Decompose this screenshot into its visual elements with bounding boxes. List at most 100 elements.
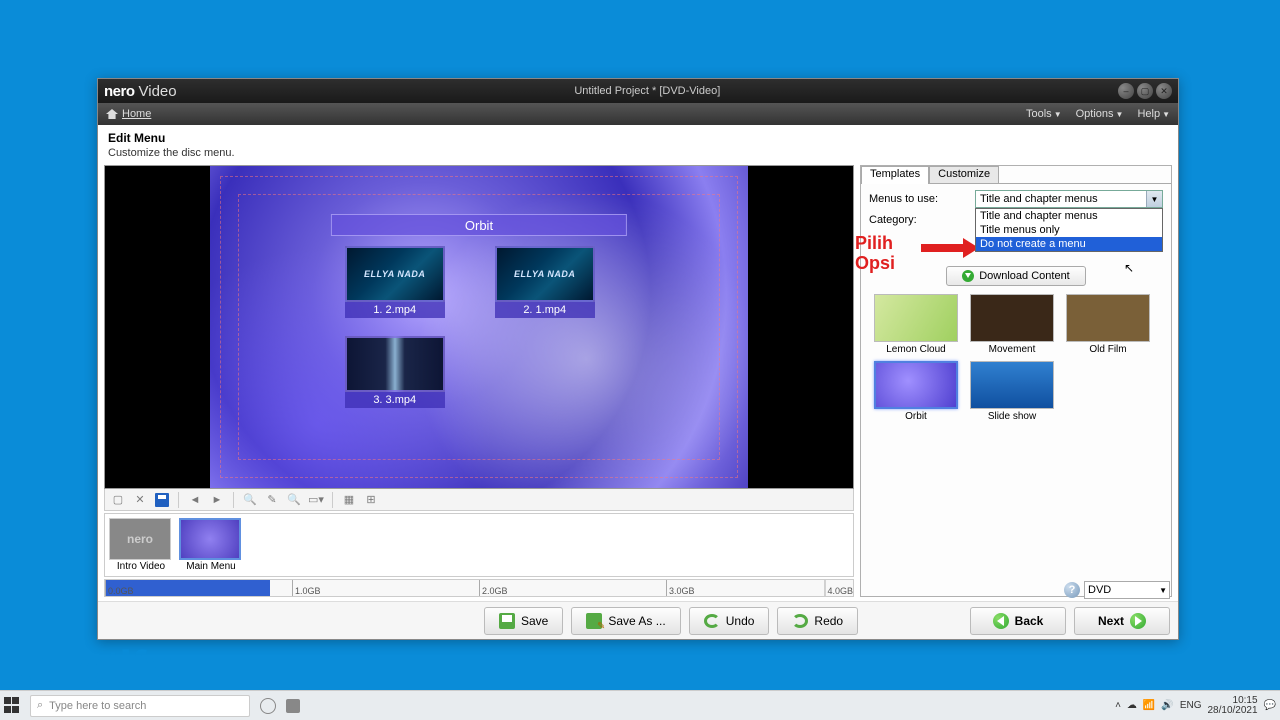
strip-label: Intro Video [109,561,173,572]
dropdown-option[interactable]: Title menus only [976,223,1162,237]
zoom-out-icon[interactable]: 🔍 [241,491,259,509]
zoom-tool-icon[interactable]: ✎ [263,491,281,509]
menus-to-use-dropdown[interactable]: Title and chapter menus ▼ Title and chap… [975,190,1163,208]
redo-icon [792,614,808,628]
video-thumbnail-icon [345,336,445,392]
page-title: Edit Menu [108,131,1168,145]
back-button[interactable]: Back [970,607,1066,635]
nero-logo-icon: nero [109,518,171,560]
tab-customize[interactable]: Customize [929,166,999,184]
next-button[interactable]: Next [1074,607,1170,635]
tray-wifi-icon[interactable]: 📶 [1143,700,1155,711]
strip-label: Main Menu [179,561,243,572]
tray-cloud-icon[interactable]: ☁ [1127,700,1137,711]
menu-options[interactable]: Options▼ [1076,108,1124,120]
capacity-bar: 0.0GB 1.0GB 2.0GB 3.0GB 4.0GB [104,579,854,597]
zoom-in-icon[interactable]: 🔍 [285,491,303,509]
save-icon [499,613,515,629]
dvd-item-label: 3. 3.mp4 [345,392,445,408]
fit-icon[interactable]: ▭▾ [307,491,325,509]
app-logo-sub: Video [139,83,177,100]
redo-button[interactable]: Redo [777,607,858,635]
prev-icon[interactable]: ◄ [186,491,204,509]
disc-type-dropdown[interactable]: DVD [1084,581,1170,599]
dropdown-option[interactable]: Title and chapter menus [976,209,1162,223]
menu-preview[interactable]: Orbit 1. 2.mp4 2. 1.mp4 3. 3.mp4 [104,165,854,489]
dvd-item-label: 1. 2.mp4 [345,302,445,318]
minimize-button[interactable]: – [1118,83,1134,99]
download-content-button[interactable]: Download Content [946,266,1086,286]
tab-templates[interactable]: Templates [861,166,929,184]
undo-button[interactable]: Undo [689,607,770,635]
tray-volume-icon[interactable]: 🔊 [1161,700,1173,711]
back-icon [993,613,1009,629]
menu-strip: nero Intro Video Main Menu [104,513,854,577]
next-icon [1130,613,1146,629]
save-button[interactable]: Save [484,607,563,635]
menus-to-use-label: Menus to use: [869,193,969,205]
close-button[interactable]: ✕ [1156,83,1172,99]
chevron-down-icon: ▼ [1146,191,1162,207]
grid-icon[interactable]: ▦ [340,491,358,509]
delete-icon[interactable]: ✕ [131,491,149,509]
menubar: Home Tools▼ Options▼ Help▼ [98,103,1178,125]
video-thumbnail-icon [345,246,445,302]
dropdown-option[interactable]: Do not create a menu [976,237,1162,251]
taskbar: ⌕ Type here to search ˄ ☁ 📶 🔊 ENG 10:15 … [0,690,1280,720]
task-view-icon[interactable] [286,699,300,713]
app-window: nero Video Untitled Project * [DVD-Video… [97,78,1179,640]
video-thumbnail-icon [495,246,595,302]
template-thumb-icon [874,361,958,409]
help-icon[interactable]: ? [1064,582,1080,598]
cursor-icon: ↖ [1124,261,1134,275]
template-lemon-cloud[interactable]: Lemon Cloud [871,294,961,355]
menu-help[interactable]: Help▼ [1137,108,1170,120]
cortana-icon[interactable] [260,698,276,714]
template-orbit[interactable]: Orbit [871,361,961,422]
undo-icon [704,614,720,628]
menu-tools[interactable]: Tools▼ [1026,108,1062,120]
tray-notifications-icon[interactable]: 💬 [1264,700,1276,711]
capacity-tick-label: 1.0GB [295,586,321,596]
strip-intro-video[interactable]: nero Intro Video [109,518,173,572]
dvd-menu-item[interactable]: 2. 1.mp4 [490,246,600,318]
preview-toolbar: ▢ ✕ ◄ ► 🔍 ✎ 🔍 ▭▾ ▦ ⊞ [104,489,854,511]
tray-language[interactable]: ENG [1180,700,1202,711]
template-label: Movement [967,344,1057,355]
strip-main-menu[interactable]: Main Menu [179,518,243,572]
snap-icon[interactable]: ⊞ [362,491,380,509]
footer-toolbar: Save Save As ... Undo Redo Back Next [98,601,1178,639]
new-icon[interactable]: ▢ [109,491,127,509]
dvd-menu-item[interactable]: 1. 2.mp4 [340,246,450,318]
download-icon [962,270,974,282]
dvd-menu-item[interactable]: 3. 3.mp4 [340,336,450,408]
template-label: Orbit [871,411,961,422]
start-button[interactable] [4,697,22,715]
home-icon [106,109,118,119]
app-logo: nero [104,83,135,100]
template-thumb-icon [970,361,1054,409]
tray-date[interactable]: 28/10/2021 [1207,706,1257,716]
tray-time[interactable]: 10:15 [1207,696,1257,706]
capacity-tick-label: 2.0GB [482,586,508,596]
maximize-button[interactable]: ▢ [1137,83,1153,99]
dropdown-value: Title and chapter menus [980,193,1098,205]
next-icon[interactable]: ► [208,491,226,509]
home-link[interactable]: Home [122,108,151,120]
save-icon[interactable] [153,491,171,509]
template-label: Old Film [1063,344,1153,355]
dvd-menu-title[interactable]: Orbit [331,214,627,236]
watermark: uplotify [12,640,170,694]
search-placeholder: Type here to search [49,700,146,712]
template-slide-show[interactable]: Slide show [967,361,1057,422]
template-movement[interactable]: Movement [967,294,1057,355]
save-as-button[interactable]: Save As ... [571,607,680,635]
template-label: Lemon Cloud [871,344,961,355]
search-icon: ⌕ [37,699,43,712]
tray-chevron-icon[interactable]: ˄ [1115,700,1121,711]
template-thumb-icon [1066,294,1150,342]
template-old-film[interactable]: Old Film [1063,294,1153,355]
taskbar-search[interactable]: ⌕ Type here to search [30,695,250,717]
template-thumb-icon [970,294,1054,342]
page-subtitle: Customize the disc menu. [108,147,1168,159]
